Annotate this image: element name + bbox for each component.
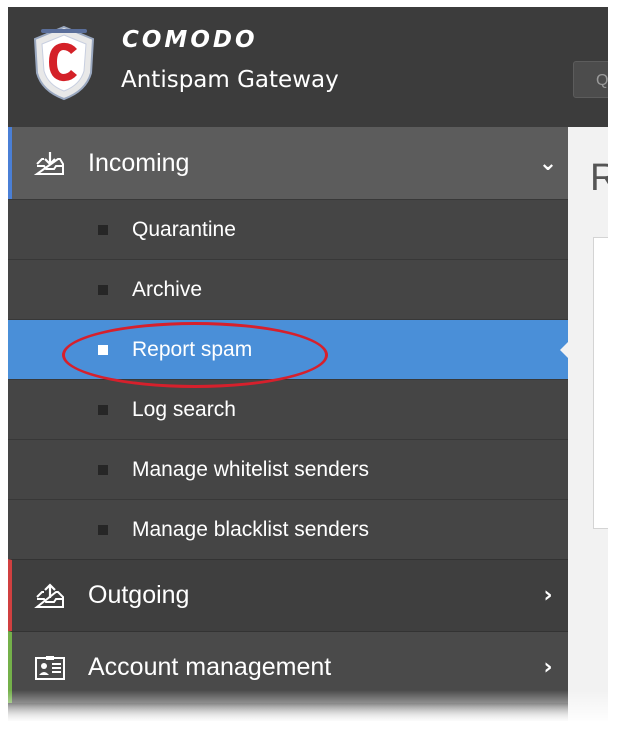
sidebar-item-quarantine[interactable]: Quarantine xyxy=(8,199,568,259)
bullet-icon xyxy=(98,224,108,235)
outbox-upload-icon xyxy=(34,582,64,608)
sidebar-section-outgoing[interactable]: Outgoing › xyxy=(8,559,568,631)
bullet-icon xyxy=(98,284,108,295)
sidebar-item-log-search[interactable]: Log search xyxy=(8,379,568,439)
account-card-icon xyxy=(35,655,65,680)
top-search-input[interactable]: Q xyxy=(573,61,608,98)
bullet-icon xyxy=(98,524,108,535)
top-header: COMODO Antispam Gateway Q xyxy=(8,7,608,127)
chevron-down-icon: ⌄ xyxy=(538,150,558,176)
chevron-right-icon: › xyxy=(543,583,553,608)
sidebar-item-label: Manage whitelist senders xyxy=(132,457,369,481)
sidebar-section-label: Incoming xyxy=(88,148,190,177)
bullet-icon xyxy=(98,464,108,475)
page-title: R xyxy=(590,157,608,199)
sidebar-item-label: Report spam xyxy=(132,337,253,361)
sidebar-item-manage-whitelist-senders[interactable]: Manage whitelist senders xyxy=(8,439,568,499)
product-name: Antispam Gateway xyxy=(121,67,339,93)
comodo-logo xyxy=(33,25,95,101)
sidebar-item-label: Manage blacklist senders xyxy=(132,517,369,541)
sidebar-item-label: Log search xyxy=(132,397,236,421)
bullet-icon xyxy=(98,344,108,355)
chevron-right-icon: › xyxy=(543,655,553,680)
app-frame: COMODO Antispam Gateway Q Incoming ⌄ Qua… xyxy=(8,7,608,721)
sidebar-section-incoming[interactable]: Incoming ⌄ xyxy=(8,127,568,199)
content-panel xyxy=(593,237,608,529)
sidebar-item-label: Quarantine xyxy=(132,217,236,241)
sidebar-item-archive[interactable]: Archive xyxy=(8,259,568,319)
sidebar-item-report-spam[interactable]: Report spam xyxy=(8,319,569,379)
bottom-fade xyxy=(0,690,617,747)
inbox-download-icon xyxy=(34,152,64,175)
sidebar-section-label: Account management xyxy=(88,653,332,681)
main-content: R xyxy=(568,127,608,721)
sidebar-item-label: Archive xyxy=(132,277,203,301)
sidebar-nav: Incoming ⌄ Quarantine Archive Report spa… xyxy=(8,127,569,721)
bullet-icon xyxy=(98,404,108,415)
brand-name: COMODO xyxy=(122,27,258,53)
sidebar-section-label: Outgoing xyxy=(88,581,190,609)
sidebar-item-manage-blacklist-senders[interactable]: Manage blacklist senders xyxy=(8,499,568,559)
